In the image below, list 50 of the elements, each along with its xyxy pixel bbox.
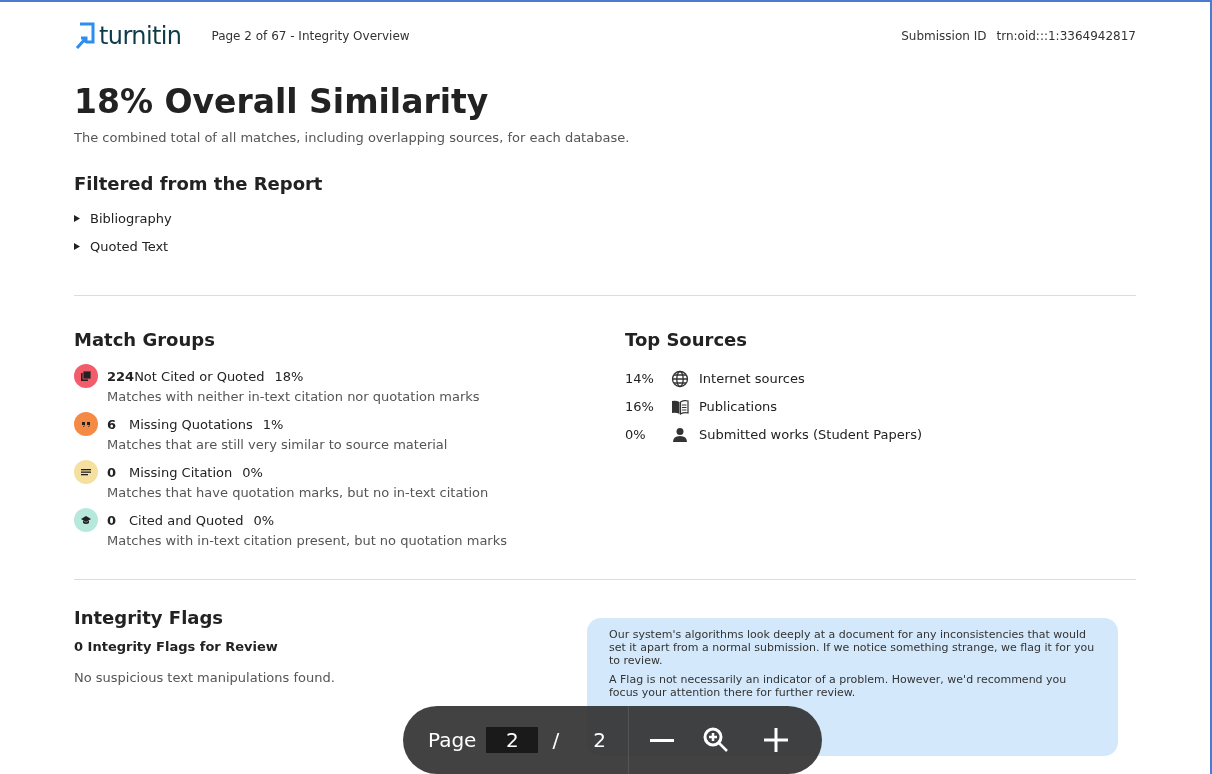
page-separator: / [552, 727, 560, 754]
submission-id: trn:oid:::1:3364942817 [996, 28, 1136, 45]
zoom-in-icon [702, 727, 729, 753]
filter-label: Quoted Text [90, 238, 169, 256]
flags-count: 0 Integrity Flags for Review [74, 637, 279, 656]
match-label: Missing Citation [129, 463, 233, 482]
source-percent: 14% [625, 369, 655, 388]
page-subtitle: The combined total of all matches, including overlapping sources, for each database. [74, 129, 631, 147]
page-label: Page [428, 727, 477, 754]
flags-message: No suspicious text manipulations found. [74, 669, 335, 687]
match-label: Cited and Quoted [129, 511, 244, 530]
filter-item[interactable]: Bibliography [74, 208, 1136, 228]
plus-icon [763, 728, 788, 752]
info-paragraph: Our system's algorithms look deeply at a document for any inconsistencies that would set it apart from a normal submission. If we notice something strange, we flag it for you to review. [609, 627, 1096, 667]
section-heading: Match Groups [74, 327, 216, 352]
match-label: Missing Quotations [129, 415, 253, 434]
match-count: 0 [107, 511, 118, 530]
source-percent: 16% [625, 397, 655, 416]
page-total: 2 [593, 727, 606, 754]
match-percent: 1% [262, 415, 284, 434]
match-percent: 0% [242, 463, 263, 482]
match-label: Not Cited or Quoted [134, 367, 265, 386]
match-description: Matches with in-text citation present, but no quotation marks [107, 531, 508, 550]
page-number-field[interactable]: 2 [486, 727, 539, 753]
source-label: Internet sources [699, 369, 805, 388]
page-title: 18% Overall Similarity [74, 82, 490, 122]
submission-label: Submission ID [901, 28, 987, 45]
match-percent: 0% [253, 511, 275, 530]
match-count: 6 [107, 415, 118, 434]
source-percent: 0% [625, 425, 647, 444]
book-icon [671, 398, 689, 415]
match-percent: 18% [274, 367, 304, 386]
match-count: 224 [107, 367, 135, 386]
match-description: Matches that have quotation marks, but no in-text citation [107, 483, 489, 502]
globe-icon [671, 369, 689, 388]
filter-label: Bibliography [90, 209, 172, 228]
filter-item[interactable]: Quoted Text [74, 237, 1136, 257]
person-icon [671, 426, 689, 443]
source-label: Publications [699, 397, 778, 416]
section-heading: Integrity Flags [74, 605, 225, 630]
page-info: Page 2 of 67 - Integrity Overview [211, 28, 410, 45]
match-description: Matches that are still very similar to source material [107, 435, 448, 454]
turnitin-logo: turnitin [74, 18, 182, 54]
match-description: Matches with neither in-text citation nor quotation marks [107, 387, 480, 406]
match-count: 0 [107, 463, 118, 482]
section-heading: Top Sources [625, 327, 749, 352]
section-heading: Filtered from the Report [74, 171, 324, 196]
minus-icon [649, 738, 674, 742]
info-paragraph: A Flag is not necessarily an indicator of a problem. However, we'd recommend you focus your attention there for further review. [609, 672, 1068, 699]
source-label: Submitted works (Student Papers) [699, 425, 922, 444]
